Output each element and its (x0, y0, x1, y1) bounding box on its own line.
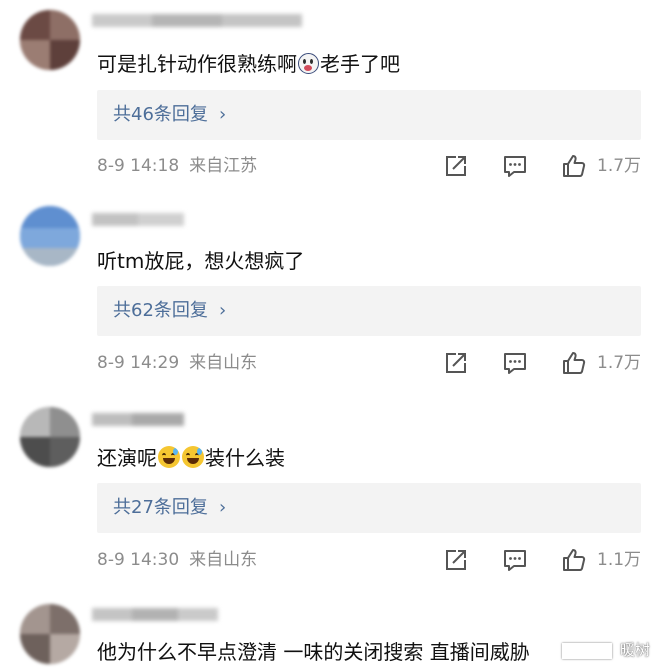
comment-location: 来自山东 (189, 550, 258, 570)
share-icon (446, 156, 466, 176)
emoji-surprised-icon (298, 53, 319, 74)
like-button[interactable] (561, 547, 587, 573)
comment-text: 听tm放屁，想火想疯了 (97, 249, 305, 273)
comment-meta: 8-9 14:30 来自山东 (97, 548, 257, 572)
thumbs-up-icon (563, 352, 586, 374)
username-blurred[interactable] (92, 10, 302, 32)
comment-text: 可是扎针动作很熟练啊 老手了吧 (97, 50, 400, 78)
like-button[interactable] (561, 350, 587, 376)
share-icon (446, 353, 466, 373)
comment-icon (504, 156, 526, 177)
comment-location: 来自山东 (189, 353, 258, 373)
chevron-right-icon: › (219, 300, 227, 321)
username-blurred[interactable] (92, 604, 218, 626)
like-count: 1.1万 (597, 550, 642, 570)
comment-button[interactable] (502, 153, 528, 179)
comment-icon (504, 353, 526, 374)
share-icon (446, 550, 466, 570)
comment-text-part: 还演呢 (97, 446, 157, 470)
emoji-sweat-smile-icon (158, 446, 180, 468)
avatar[interactable] (20, 407, 80, 467)
emoji-sweat-smile-icon (182, 446, 204, 468)
comment-text: 还演呢 装什么装 (97, 443, 285, 472)
username-blurred[interactable] (92, 409, 184, 431)
view-replies-button[interactable]: 共46条回复 › (97, 90, 641, 140)
comment-meta: 8-9 14:29 来自山东 (97, 351, 257, 375)
like-button[interactable] (561, 153, 587, 179)
comment-text: 他为什么不早点澄清 一味的关闭搜索 直播间威胁 (97, 640, 530, 664)
comment-date: 8-9 14:30 (97, 550, 180, 570)
avatar[interactable] (20, 10, 80, 70)
username-blurred[interactable] (92, 209, 184, 231)
comment-icon (504, 550, 526, 571)
like-count: 1.7万 (597, 353, 642, 373)
watermark: 暖树 (561, 639, 650, 660)
thumbs-up-icon (563, 155, 586, 177)
chevron-right-icon: › (219, 497, 227, 518)
avatar[interactable] (20, 604, 80, 664)
reply-count-label: 共46条回复 (113, 104, 208, 125)
watermark-logo-icon (561, 642, 612, 659)
comment-button[interactable] (502, 350, 528, 376)
watermark-text: 暖树 (619, 641, 650, 659)
comment-button[interactable] (502, 547, 528, 573)
share-button[interactable] (443, 153, 469, 179)
comment-date: 8-9 14:18 (97, 156, 180, 176)
reply-count-label: 共27条回复 (113, 497, 208, 518)
view-replies-button[interactable]: 共62条回复 › (97, 286, 641, 336)
like-count: 1.7万 (597, 156, 642, 176)
comment-text-part: 可是扎针动作很熟练啊 (97, 52, 297, 76)
avatar[interactable] (20, 206, 80, 266)
share-button[interactable] (443, 350, 469, 376)
chevron-right-icon: › (219, 104, 227, 125)
comment-date: 8-9 14:29 (97, 353, 180, 373)
comment-text-part: 老手了吧 (320, 52, 400, 76)
reply-count-label: 共62条回复 (113, 300, 208, 321)
share-button[interactable] (443, 547, 469, 573)
comment-text-part: 装什么装 (205, 446, 285, 470)
comment-meta: 8-9 14:18 来自江苏 (97, 154, 257, 178)
thumbs-up-icon (563, 549, 586, 571)
comment-location: 来自江苏 (189, 156, 258, 176)
view-replies-button[interactable]: 共27条回复 › (97, 483, 641, 533)
